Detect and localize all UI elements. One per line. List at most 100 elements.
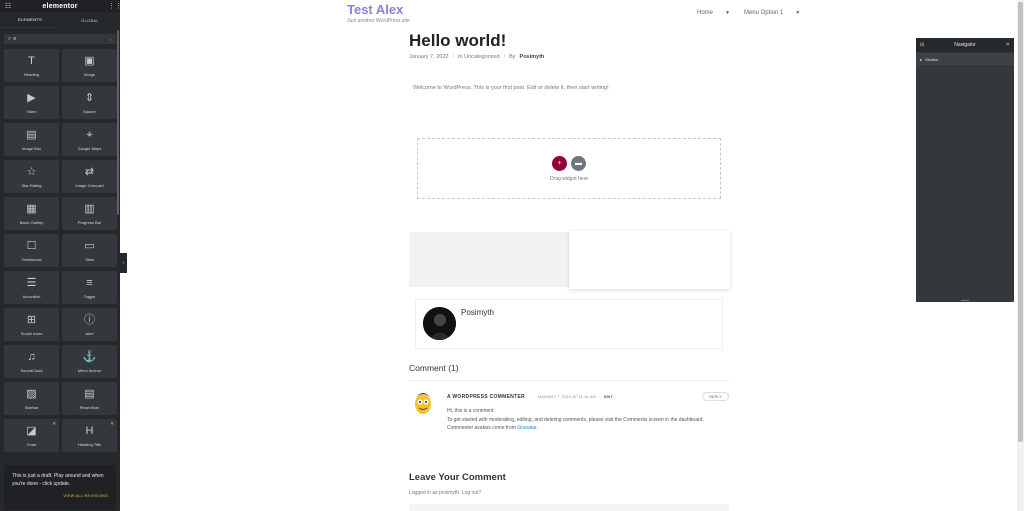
- comment-text: Hi, this is a comment. To get started wi…: [447, 407, 717, 433]
- widget-search-input[interactable]: ⌕ e ×: [4, 34, 116, 44]
- navigator-item-section[interactable]: ▸ Section: [916, 53, 1014, 65]
- progress-bar-icon: ▥: [84, 203, 95, 215]
- widget-progress-bar[interactable]: ▥ Progress Bar: [62, 197, 117, 230]
- navigator-header[interactable]: ⊟ Navigator ✕: [916, 38, 1014, 52]
- widget-sidebar[interactable]: ▨ Sidebar: [4, 382, 59, 415]
- carousel-icon: ⇄: [84, 166, 95, 178]
- widget-label: Tabs: [85, 257, 94, 262]
- comment-line: Commenter avatars come from Gravatar.: [447, 424, 717, 433]
- widget-chart[interactable]: ◪ Chart ◧: [4, 419, 59, 452]
- logout-link[interactable]: Log out?: [462, 490, 481, 496]
- widget-alert[interactable]: ⓘ Alert: [62, 308, 117, 341]
- widget-dropzone[interactable]: + ▬ Drag widget here: [417, 138, 721, 199]
- widget-soundcloud[interactable]: ♫ SoundCloud: [4, 345, 59, 378]
- widget-label: Toggle: [83, 294, 96, 299]
- nav-item-home[interactable]: Home ▼: [697, 10, 730, 16]
- widget-toggle[interactable]: ≡ Toggle: [62, 271, 117, 304]
- add-section-button[interactable]: +: [552, 155, 567, 171]
- chevron-down-icon: ▼: [795, 10, 801, 16]
- template-library-button[interactable]: ▬: [571, 155, 586, 171]
- author-box-name[interactable]: Posimyth: [461, 308, 494, 317]
- widget-label: Image: [83, 72, 96, 77]
- comment-line-end: .: [536, 425, 538, 432]
- logged-in-text: Logged in as posimyth.: [409, 490, 461, 496]
- widget-label: Sidebar: [24, 405, 39, 410]
- meta-separator: /: [503, 54, 506, 60]
- heading-icon: T: [28, 55, 35, 67]
- clear-search-icon[interactable]: ×: [110, 37, 112, 42]
- panel-scrollbar[interactable]: [117, 30, 119, 215]
- draft-toast: This is just a draft. Play around and wh…: [4, 465, 116, 510]
- widget-video[interactable]: ▶ Video: [4, 86, 59, 119]
- comment-date[interactable]: JANUARY 7, 2022 AT 11:16 AM: [537, 395, 596, 399]
- widget-label: Google Maps: [77, 146, 102, 151]
- image-icon: ▣: [84, 55, 95, 67]
- scrollbar-thumb[interactable]: [1018, 2, 1023, 442]
- alert-icon: ⓘ: [84, 314, 95, 326]
- menu-grid-icon[interactable]: ☷: [4, 2, 12, 10]
- widget-tabs[interactable]: ▭ Tabs: [62, 234, 117, 267]
- site-title[interactable]: Test Alex: [347, 2, 403, 17]
- search-value: e: [13, 36, 17, 42]
- resize-handle[interactable]: [961, 300, 969, 301]
- tab-global[interactable]: GLOBAL: [60, 12, 120, 28]
- widget-social-icons[interactable]: ⊞ Social Icons: [4, 308, 59, 341]
- widget-image[interactable]: ▣ Image: [62, 49, 117, 82]
- sidebar-icon: ▨: [26, 388, 37, 400]
- comment-textarea[interactable]: [409, 504, 729, 511]
- comment-edit-link[interactable]: EDIT: [604, 395, 613, 399]
- search-icon: ⌕: [8, 35, 12, 42]
- toggle-icon: ≡: [86, 277, 93, 289]
- widget-star-rating[interactable]: ☆ Star Rating: [4, 160, 59, 193]
- widget-label: Read More: [79, 405, 100, 410]
- widget-google-maps[interactable]: ⌖ Google Maps: [62, 123, 117, 156]
- comment-line-text: Commenter avatars come from: [447, 425, 516, 432]
- panel-header: ☷ elementor ⋮⋮: [0, 0, 120, 12]
- post-author[interactable]: Posimyth: [520, 54, 545, 60]
- pro-badge-icon: ◧: [53, 421, 56, 425]
- anchor-icon: ⚓: [82, 351, 97, 363]
- caret-right-icon[interactable]: ▸: [920, 57, 922, 62]
- post-date[interactable]: January 7, 2022: [409, 54, 448, 60]
- widget-heading-title[interactable]: H Heading Title ◧: [62, 419, 117, 452]
- widget-image-box[interactable]: ▤ Image Box: [4, 123, 59, 156]
- widget-testimonial[interactable]: ☐ Testimonial: [4, 234, 59, 267]
- author-box: [415, 299, 723, 349]
- post-by-label: By: [509, 54, 516, 60]
- widget-accordion[interactable]: ☰ Accordion: [4, 271, 59, 304]
- comment-reply-button[interactable]: REPLY: [702, 392, 729, 401]
- comment-author[interactable]: A WORDPRESS COMMENTER: [447, 394, 525, 400]
- close-icon[interactable]: ✕: [1006, 42, 1010, 48]
- nav-item-menu-option[interactable]: Menu Option 1 ▼: [744, 10, 800, 16]
- widgets-grid-icon[interactable]: ⋮⋮: [108, 2, 120, 10]
- main-nav: Home ▼ Menu Option 1 ▼: [697, 10, 800, 16]
- widget-label: Chart: [26, 442, 37, 447]
- widget-spacer[interactable]: ⇕ Spacer: [62, 86, 117, 119]
- widget-read-more[interactable]: ▤ Read More: [62, 382, 117, 415]
- dropzone-label: Drag widget here: [549, 175, 589, 182]
- widget-menu-anchor[interactable]: ⚓ Menu Anchor: [62, 345, 117, 378]
- nav-label: Home: [697, 10, 714, 16]
- post-category[interactable]: In Uncategorized: [458, 54, 500, 60]
- widget-label: Basic Gallery: [19, 220, 44, 225]
- view-revisions-link[interactable]: VIEW ALL REVISIONS: [12, 493, 108, 498]
- page-scrollbar[interactable]: [1017, 0, 1024, 511]
- post-meta: January 7, 2022 / In Uncategorized / By …: [409, 54, 544, 60]
- widget-label: Video: [26, 109, 37, 114]
- leave-comment-title: Leave Your Comment: [409, 472, 506, 483]
- panel-tabs: ELEMENTS GLOBAL: [0, 12, 120, 28]
- widget-label: Accordion: [22, 294, 41, 299]
- tab-elements[interactable]: ELEMENTS: [0, 12, 60, 28]
- gravatar-link[interactable]: Gravatar: [517, 425, 536, 431]
- widget-label: Heading: [24, 72, 39, 77]
- widget-label: Star Rating: [21, 183, 42, 188]
- widget-grid: T Heading ▣ Image ▶ Video ⇕ Spacer ▤ Image Box ⌖ Go…: [0, 49, 120, 452]
- chevron-down-icon: ▼: [725, 10, 730, 16]
- expand-all-icon[interactable]: ⊟: [920, 42, 924, 48]
- widget-heading[interactable]: T Heading: [4, 49, 59, 82]
- collapse-panel-button[interactable]: ‹: [120, 253, 127, 273]
- widget-basic-gallery[interactable]: ▦ Basic Gallery: [4, 197, 59, 230]
- widget-image-carousel[interactable]: ⇄ Image Carousel: [62, 160, 117, 193]
- widget-label: Spacer: [83, 109, 96, 114]
- toast-message: This is just a draft. Play around and wh…: [12, 473, 104, 487]
